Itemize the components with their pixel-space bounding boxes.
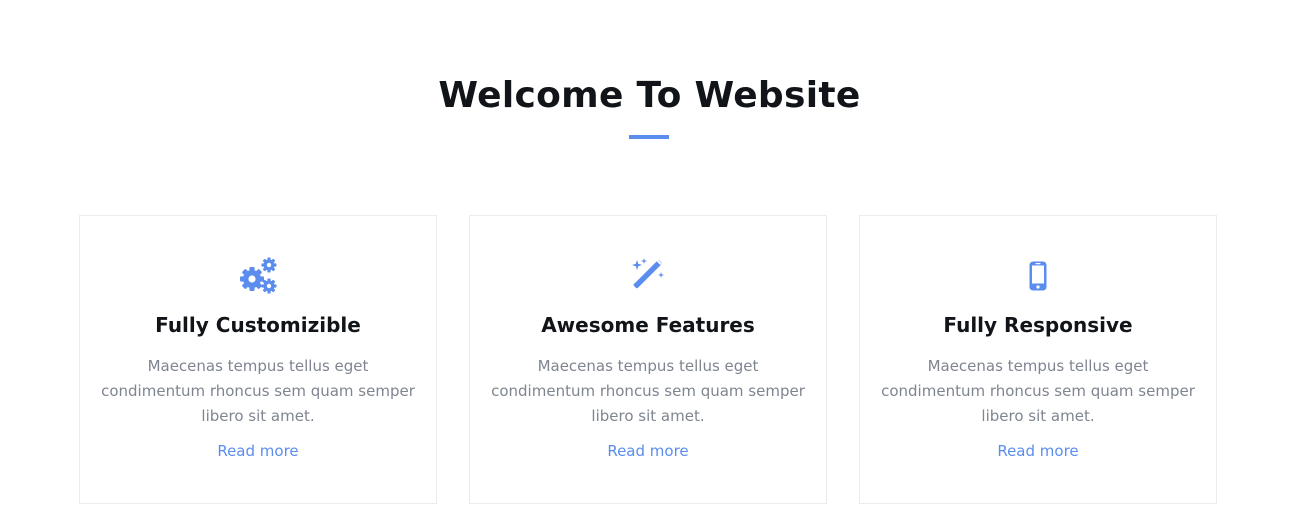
read-more-link[interactable]: Read more [80,440,436,462]
mobile-phone-icon [860,256,1216,296]
read-more-link[interactable]: Read more [470,440,826,462]
magic-wand-icon [470,256,826,296]
section-title: Welcome To Website [438,75,861,116]
feature-description: Maecenas tempus tellus eget condimentum … [491,357,805,425]
read-more-link[interactable]: Read more [860,440,1216,462]
feature-card-features: Awesome Features Maecenas tempus tellus … [469,215,827,504]
feature-description: Maecenas tempus tellus eget condimentum … [101,357,415,425]
feature-title: Fully Responsive [943,313,1133,337]
feature-description: Maecenas tempus tellus eget condimentum … [881,357,1195,425]
feature-card-responsive: Fully Responsive Maecenas tempus tellus … [859,215,1217,504]
feature-title: Awesome Features [541,313,755,337]
title-underline [629,135,669,139]
feature-title: Fully Customizible [155,313,361,337]
feature-card-customizable: Fully Customizible Maecenas tempus tellu… [79,215,437,504]
gears-icon [80,256,436,296]
